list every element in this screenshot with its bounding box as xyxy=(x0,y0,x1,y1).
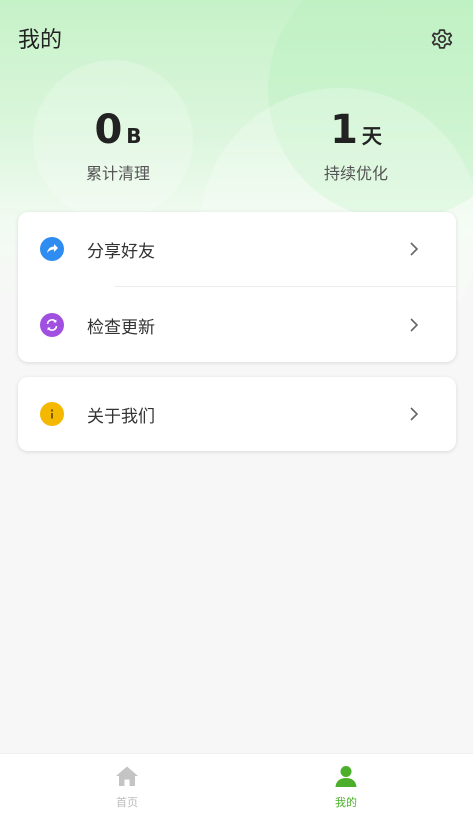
stat-days-value: 1 xyxy=(330,107,358,153)
stat-cleaned-unit: B xyxy=(126,124,142,148)
divider xyxy=(115,286,456,287)
share-friends-label: 分享好友 xyxy=(87,241,155,262)
chevron-right-icon xyxy=(410,318,419,332)
tab-mine[interactable]: 我的 xyxy=(286,754,406,813)
user-icon xyxy=(335,766,357,787)
check-update-item[interactable]: 检查更新 xyxy=(18,288,456,362)
about-us-item[interactable]: 关于我们 xyxy=(18,377,456,451)
stat-cleaned-value: 0 xyxy=(94,107,123,153)
stat-cleaned: 0B 累计清理 xyxy=(48,106,188,184)
tab-home[interactable]: 首页 xyxy=(67,754,187,813)
stat-optimized-days: 1天 持续优化 xyxy=(286,106,426,184)
stat-days-unit: 天 xyxy=(361,124,382,148)
tab-home-label: 首页 xyxy=(116,796,138,809)
refresh-icon xyxy=(40,313,64,337)
stat-days-label: 持续优化 xyxy=(323,164,388,183)
share-friends-item[interactable]: 分享好友 xyxy=(18,212,456,286)
check-update-label: 检查更新 xyxy=(87,317,155,338)
info-icon xyxy=(40,402,64,426)
chevron-right-icon xyxy=(410,407,419,421)
about-us-label: 关于我们 xyxy=(87,406,155,427)
bottom-tab-bar: 首页 我的 xyxy=(0,753,473,813)
page-title: 我的 xyxy=(18,28,63,53)
tab-mine-label: 我的 xyxy=(335,796,357,809)
share-arrow-icon xyxy=(40,237,64,261)
about-card: 关于我们 xyxy=(18,377,456,451)
home-icon xyxy=(116,766,138,786)
stat-cleaned-label: 累计清理 xyxy=(85,164,150,183)
settings-gear-icon[interactable] xyxy=(429,26,455,52)
menu-card: 分享好友 检查更新 xyxy=(18,212,456,362)
chevron-right-icon xyxy=(410,242,419,256)
